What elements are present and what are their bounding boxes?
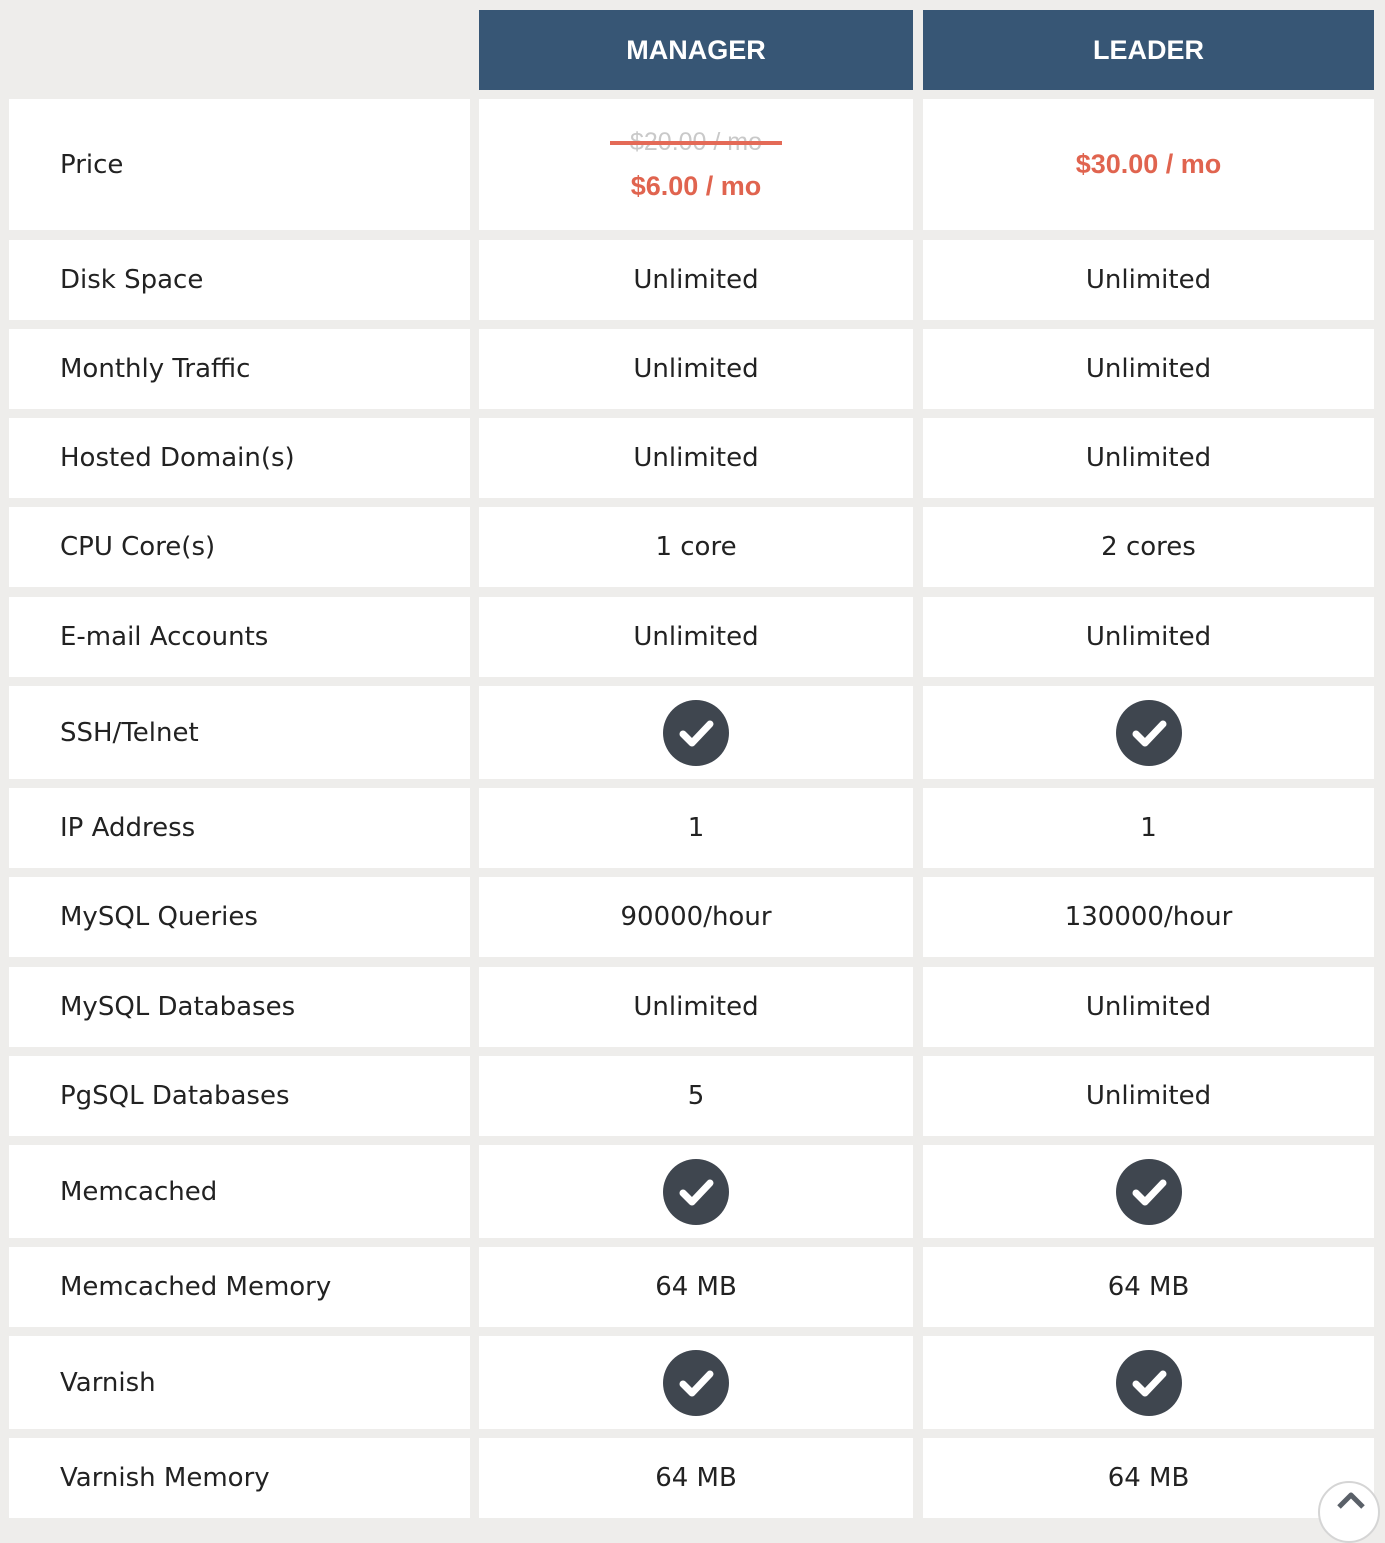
check-icon: [1115, 699, 1182, 766]
mysql-queries-leader-cell: 130000/hour: [923, 877, 1374, 957]
row-label-ip-address: IP Address: [9, 788, 470, 868]
cell-value: Unlimited: [1085, 443, 1212, 473]
ssh-telnet-manager-cell: [479, 686, 913, 779]
hosted-domain-s-leader-cell: Unlimited: [923, 418, 1374, 498]
cell-value: Unlimited: [1085, 1081, 1212, 1111]
row-label-memcached: Memcached: [9, 1145, 470, 1238]
check-icon: [1115, 1349, 1182, 1416]
cell-value: Unlimited: [1085, 354, 1212, 384]
row-label-price: Price: [9, 99, 470, 230]
ip-address-leader-cell: 1: [923, 788, 1374, 868]
new-price: $30.00 / mo: [1075, 149, 1222, 179]
cell-value: 1 core: [655, 532, 737, 562]
cell-value: Unlimited: [1085, 992, 1212, 1022]
row-label-mysql-databases: MySQL Databases: [9, 967, 470, 1047]
pgsql-databases-manager-cell: 5: [479, 1056, 913, 1136]
ssh-telnet-leader-cell: [923, 686, 1374, 779]
cell-value: Unlimited: [633, 992, 759, 1022]
pgsql-databases-leader-cell: Unlimited: [923, 1056, 1374, 1136]
mysql-databases-manager-cell: Unlimited: [479, 967, 913, 1047]
mysql-queries-manager-cell: 90000/hour: [479, 877, 913, 957]
cell-value: Unlimited: [633, 622, 759, 652]
cell-value: 1: [1140, 813, 1157, 843]
e-mail-accounts-manager-cell: Unlimited: [479, 597, 913, 677]
plan-header-manager: MANAGER: [479, 10, 913, 90]
memcached-leader-cell: [923, 1145, 1374, 1238]
hosted-domain-s-manager-cell: Unlimited: [479, 418, 913, 498]
row-label-e-mail-accounts: E-mail Accounts: [9, 597, 470, 677]
row-label-ssh-telnet: SSH/Telnet: [9, 686, 470, 779]
scroll-to-top-button[interactable]: [1318, 1481, 1380, 1543]
ip-address-manager-cell: 1: [479, 788, 913, 868]
mysql-databases-leader-cell: Unlimited: [923, 967, 1374, 1047]
memcached-memory-manager-cell: 64 MB: [479, 1247, 913, 1327]
price-cell-manager: $20.00 / mo $6.00 / mo: [479, 99, 913, 230]
monthly-traffic-manager-cell: Unlimited: [479, 329, 913, 409]
memcached-memory-leader-cell: 64 MB: [923, 1247, 1374, 1327]
plan-name: LEADER: [1092, 34, 1204, 65]
cell-value: 2 cores: [1101, 532, 1196, 562]
memcached-manager-cell: [479, 1145, 913, 1238]
e-mail-accounts-leader-cell: Unlimited: [923, 597, 1374, 677]
cell-value: Unlimited: [1085, 265, 1212, 295]
disk-space-leader-cell: Unlimited: [923, 240, 1374, 320]
chevron-up-icon: [1337, 1492, 1365, 1509]
check-icon: [663, 1158, 729, 1225]
varnish-manager-cell: [479, 1336, 913, 1429]
cpu-core-s-manager-cell: 1 core: [479, 507, 913, 587]
new-price: $6.00 / mo: [630, 170, 762, 201]
check-icon: [1115, 1158, 1182, 1225]
varnish-leader-cell: [923, 1336, 1374, 1429]
plan-header-leader: LEADER: [923, 10, 1374, 90]
cell-value: 64 MB: [655, 1272, 737, 1302]
cell-value: 90000/hour: [620, 902, 772, 932]
varnish-memory-manager-cell: 64 MB: [479, 1438, 913, 1518]
cell-value: Unlimited: [633, 443, 759, 473]
row-label-hosted-domain-s: Hosted Domain(s): [9, 418, 470, 498]
row-label-memcached-memory: Memcached Memory: [9, 1247, 470, 1327]
cpu-core-s-leader-cell: 2 cores: [923, 507, 1374, 587]
disk-space-manager-cell: Unlimited: [479, 240, 913, 320]
cell-value: 1: [687, 813, 705, 843]
plan-name: MANAGER: [626, 34, 766, 65]
cell-value: 64 MB: [1107, 1272, 1190, 1302]
cell-value: Unlimited: [633, 354, 759, 384]
row-label-varnish: Varnish: [9, 1336, 470, 1429]
cell-value: 130000/hour: [1064, 902, 1233, 932]
row-label-pgsql-databases: PgSQL Databases: [9, 1056, 470, 1136]
row-label-varnish-memory: Varnish Memory: [9, 1438, 470, 1518]
varnish-memory-leader-cell: 64 MB: [923, 1438, 1374, 1518]
monthly-traffic-leader-cell: Unlimited: [923, 329, 1374, 409]
cell-value: 64 MB: [1107, 1463, 1190, 1493]
cell-value: Unlimited: [633, 265, 759, 295]
cell-value: 5: [687, 1081, 705, 1111]
check-icon: [663, 699, 729, 766]
cell-value: 64 MB: [655, 1463, 737, 1493]
price-cell-leader: $30.00 / mo: [923, 99, 1374, 230]
row-label-monthly-traffic: Monthly Traffic: [9, 329, 470, 409]
cell-value: Unlimited: [1085, 622, 1212, 652]
row-label-disk-space: Disk Space: [9, 240, 470, 320]
check-icon: [663, 1349, 729, 1416]
row-label-mysql-queries: MySQL Queries: [9, 877, 470, 957]
old-price: $20.00 / mo: [609, 128, 783, 157]
row-label-cpu-core-s: CPU Core(s): [9, 507, 470, 587]
